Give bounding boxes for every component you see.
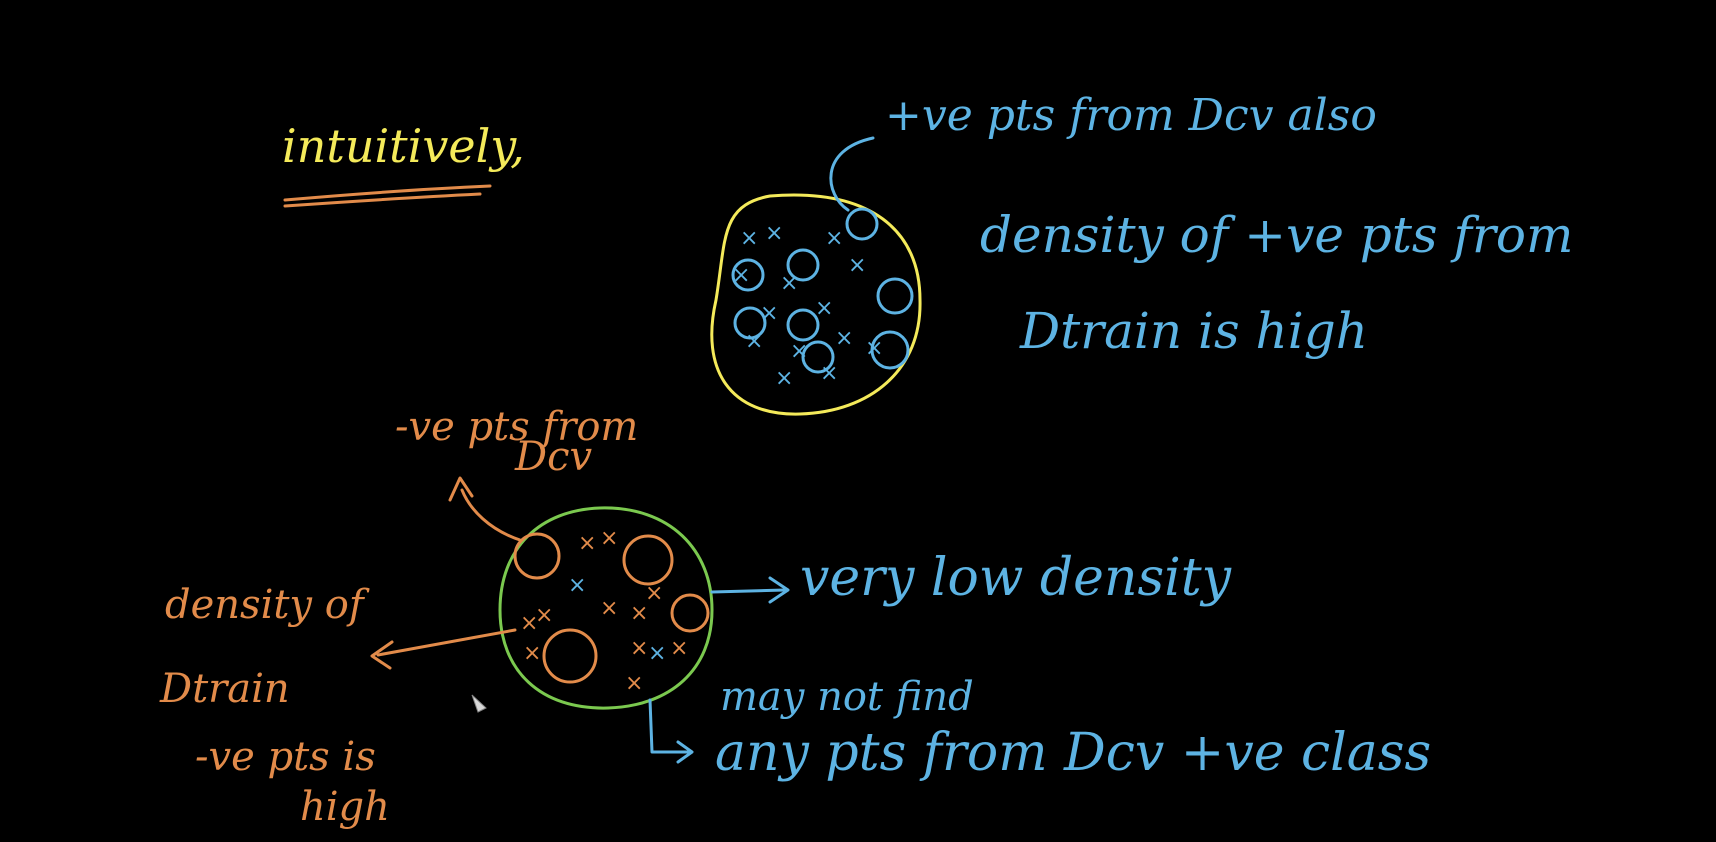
pos-pointer-curve: [829, 136, 875, 212]
svg-text:×: ×: [600, 596, 618, 621]
neg-density-line4: high: [300, 784, 390, 830]
positive-points: × × ×× × × × × × × ×× ××: [732, 221, 883, 391]
any-pts-text: any pts from Dcv +ve class: [715, 723, 1431, 783]
svg-text:×: ×: [815, 296, 833, 321]
svg-text:×: ×: [765, 221, 783, 246]
negative-points: × × × × ×× ×× ×× ×: [520, 526, 688, 696]
svg-text:×: ×: [835, 326, 853, 351]
svg-text:×: ×: [740, 226, 758, 251]
neg-density-arrow: [376, 628, 517, 657]
whiteboard-canvas: intuitively, × × ×× × × × × × × ×× ×× +ve pt…: [159, 90, 1573, 830]
svg-text:×: ×: [625, 671, 643, 696]
low-density-arrow: [710, 588, 787, 594]
svg-text:×: ×: [775, 366, 793, 391]
neg-density-line1: density of: [165, 582, 370, 628]
neg-density-line2: Dtrain: [159, 666, 290, 712]
svg-text:×: ×: [848, 253, 866, 278]
pos-density-line1: density of +ve pts from: [980, 206, 1573, 264]
svg-text:×: ×: [535, 603, 553, 628]
svg-text:×: ×: [523, 641, 541, 666]
pos-points-label: +ve pts from Dcv also: [885, 90, 1377, 141]
may-not-find-text: may not find: [720, 674, 974, 720]
title-text: intuitively,: [282, 119, 525, 173]
neg-density-line3: -ve pts is: [195, 734, 376, 780]
negative-cluster: × × × × ×× ×× ×× × ××: [498, 506, 714, 710]
svg-text:×: ×: [670, 636, 688, 661]
neg-pointer-curve: [460, 488, 522, 542]
neg-points-label-line2: Dcv: [514, 434, 592, 480]
positive-cluster: × × ×× × × × × × × ×× ××: [710, 193, 922, 416]
svg-text:×: ×: [578, 531, 596, 556]
title-underline-2: [283, 192, 482, 208]
any-pts-hook-arrow: [648, 698, 692, 754]
very-low-density-text: very low density: [800, 548, 1232, 608]
svg-text:×: ×: [780, 271, 798, 296]
svg-text:×: ×: [630, 636, 648, 661]
pen-cursor-icon: [471, 694, 487, 713]
svg-text:×: ×: [568, 573, 586, 598]
svg-text:×: ×: [790, 339, 808, 364]
svg-text:×: ×: [825, 226, 843, 251]
svg-text:×: ×: [648, 641, 666, 666]
pos-density-line2: Dtrain is high: [1019, 302, 1368, 360]
svg-text:×: ×: [600, 526, 618, 551]
